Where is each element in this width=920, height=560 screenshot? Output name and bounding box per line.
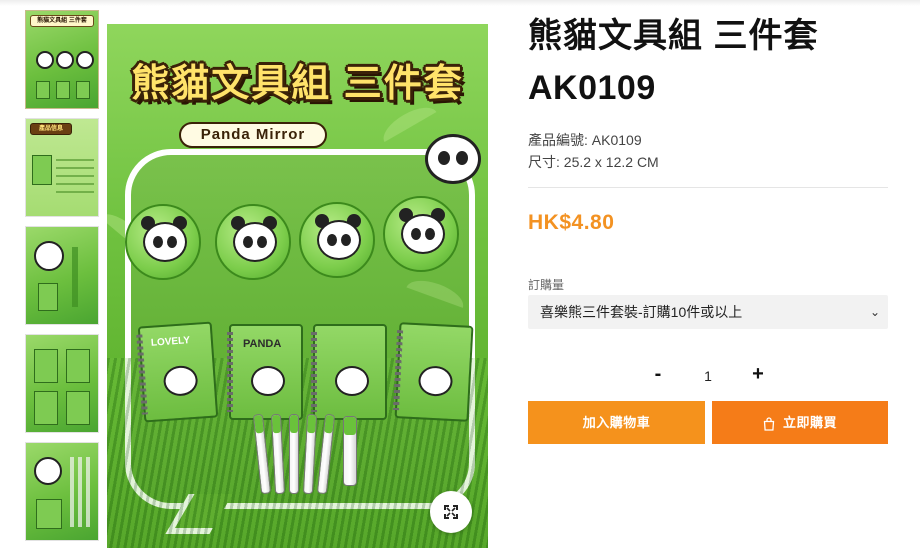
notebook-3 (311, 324, 387, 420)
panda-mirror-3 (299, 202, 375, 278)
option-select[interactable]: 喜樂熊三件套裝-訂購10件或以上 ⌄ (528, 295, 888, 329)
buy-now-label: 立即購買 (783, 415, 838, 430)
thumbnail-list: 熊貓文具組 三件套 產品信息 (25, 10, 99, 550)
product-price: HK$4.80 (528, 211, 615, 234)
product-sku: 產品編號: AK0109 (528, 132, 642, 148)
buy-now-button[interactable]: 立即購買 (712, 401, 888, 444)
notebook-2: PANDA (227, 324, 303, 420)
image-banner-title: 熊貓文具組 三件套 (131, 63, 464, 105)
chevron-down-icon: ⌄ (869, 305, 880, 319)
panda-mirror-2 (215, 204, 291, 280)
product-size: 尺寸: 25.2 x 12.2 CM (528, 154, 659, 170)
panda-mirror-4 (383, 196, 459, 272)
thumbnail-banner: 產品信息 (30, 123, 72, 135)
zoom-button[interactable] (430, 491, 472, 533)
option-selected-value: 喜樂熊三件套裝-訂購10件或以上 (540, 304, 743, 320)
notebook-tag: PANDA (243, 338, 282, 350)
add-to-cart-button[interactable]: 加入購物車 (528, 401, 705, 444)
quantity-option-label: 訂購量 (528, 278, 565, 292)
quantity-stepper: - 1 + (640, 360, 780, 390)
notebook-tag: LOVELY (150, 335, 191, 349)
decrement-button[interactable]: - (640, 360, 676, 390)
panda-mirror-label: Panda Mirror (179, 122, 327, 148)
product-title: 熊貓文具組 三件套 (528, 17, 819, 55)
notebook-4 (392, 322, 474, 422)
thumbnail-banner: 熊貓文具組 三件套 (30, 15, 94, 27)
quantity-input[interactable]: 1 (688, 360, 728, 390)
notebook-1: LOVELY (136, 321, 219, 423)
divider (528, 187, 888, 188)
product-code-title: AK0109 (528, 69, 656, 107)
thumbnail-5[interactable] (25, 442, 99, 541)
expand-icon (444, 505, 458, 519)
thumbnail-3[interactable] (25, 226, 99, 325)
increment-button[interactable]: + (740, 360, 776, 390)
product-main-image: 熊貓文具組 三件套 Panda Mirror LOVELY PANDA (107, 24, 488, 548)
thumbnail-2[interactable]: 產品信息 (25, 118, 99, 217)
panda-mirror-1 (125, 204, 201, 280)
shopping-bag-icon (763, 416, 775, 431)
add-to-cart-label: 加入購物車 (582, 415, 651, 430)
top-bar (0, 0, 920, 6)
thumbnail-1[interactable]: 熊貓文具組 三件套 (25, 10, 99, 109)
thumbnail-4[interactable] (25, 334, 99, 433)
corner-panda-decoration (425, 134, 481, 184)
